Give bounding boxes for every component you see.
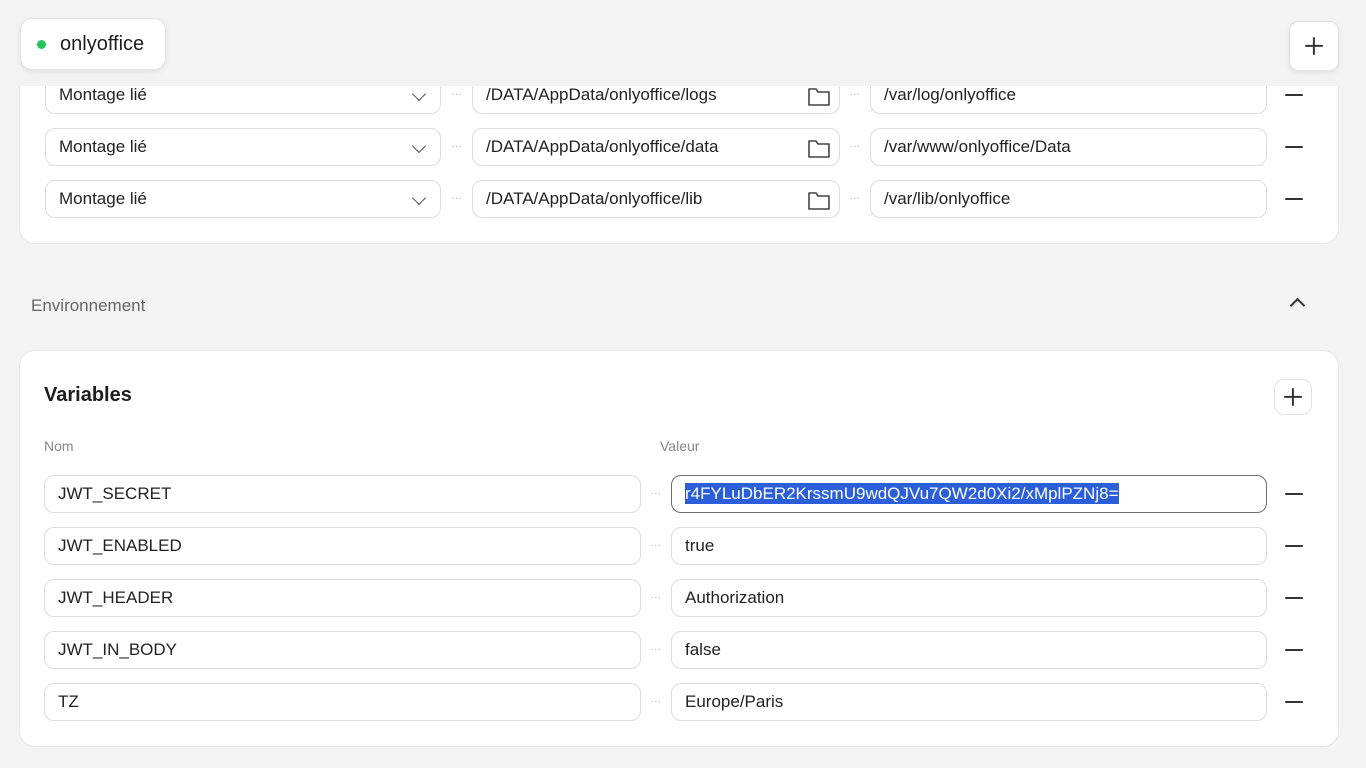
host-path-input[interactable]: /DATA/AppData/onlyoffice/lib (472, 180, 840, 218)
variable-name-input[interactable]: TZ (44, 683, 641, 721)
variable-value-text: true (685, 536, 715, 555)
variables-card: Variables Nom Valeur JWT_SECRET ... r4FY… (19, 350, 1339, 747)
volume-row: Montage lié ... /DATA/AppData/onlyoffice… (20, 179, 1338, 219)
variable-value-input[interactable]: true (671, 527, 1267, 565)
container-path-input[interactable]: /var/www/onlyoffice/Data (870, 128, 1267, 166)
separator-dots: ... (650, 693, 662, 705)
scroll-overlay (0, 0, 1366, 86)
mount-type-select[interactable]: Montage lié (45, 180, 441, 218)
variable-row: JWT_ENABLED ... true (20, 526, 1338, 566)
separator-dots: ... (650, 589, 662, 601)
minus-icon (1285, 146, 1303, 149)
remove-variable-button[interactable] (1280, 636, 1308, 664)
variable-row: JWT_IN_BODY ... false (20, 630, 1338, 670)
variable-value-selected: r4FYLuDbER2KrssmU9wdQJVu7QW2d0Xi2/xMplPZ… (685, 483, 1119, 504)
separator-dots: ... (650, 641, 662, 653)
host-path-input[interactable]: /DATA/AppData/onlyoffice/data (472, 128, 840, 166)
variable-value-input[interactable]: Authorization (671, 579, 1267, 617)
separator-dots: ... (650, 537, 662, 549)
remove-volume-button[interactable] (1280, 133, 1308, 161)
app-tag[interactable]: onlyoffice (20, 18, 166, 70)
variable-row: JWT_SECRET ... r4FYLuDbER2KrssmU9wdQJVu7… (20, 474, 1338, 514)
separator-dots: ... (451, 138, 463, 150)
container-path-value: /var/www/onlyoffice/Data (884, 137, 1071, 156)
chevron-down-icon (411, 138, 427, 154)
variable-name-value: JWT_ENABLED (58, 536, 182, 555)
variable-value-input[interactable]: false (671, 631, 1267, 669)
variable-name-value: JWT_SECRET (58, 484, 172, 503)
variable-value-text: Europe/Paris (685, 692, 784, 711)
mount-type-label: Montage lié (59, 85, 147, 104)
variable-name-input[interactable]: JWT_IN_BODY (44, 631, 641, 669)
container-path-input[interactable]: /var/lib/onlyoffice (870, 180, 1267, 218)
separator-dots: ... (451, 190, 463, 202)
minus-icon (1285, 493, 1303, 496)
add-tab-button[interactable] (1289, 21, 1339, 71)
remove-variable-button[interactable] (1280, 480, 1308, 508)
chevron-down-icon (411, 86, 427, 102)
variable-name-value: JWT_IN_BODY (58, 640, 178, 659)
host-path-value: /DATA/AppData/onlyoffice/data (486, 137, 719, 156)
remove-volume-button[interactable] (1280, 185, 1308, 213)
variable-name-value: JWT_HEADER (58, 588, 174, 607)
status-dot-icon (37, 40, 46, 49)
variable-value-input[interactable]: Europe/Paris (671, 683, 1267, 721)
folder-icon[interactable] (807, 85, 831, 107)
separator-dots: ... (650, 485, 662, 497)
minus-icon (1285, 198, 1303, 201)
variables-title: Variables (44, 384, 132, 406)
minus-icon (1285, 649, 1303, 652)
mount-type-select[interactable]: Montage lié (45, 128, 441, 166)
container-path-value: /var/log/onlyoffice (884, 85, 1016, 104)
variable-row: JWT_HEADER ... Authorization (20, 578, 1338, 618)
mount-type-label: Montage lié (59, 137, 147, 156)
add-variable-button[interactable] (1274, 379, 1312, 415)
folder-icon[interactable] (807, 137, 831, 159)
variable-row: TZ ... Europe/Paris (20, 682, 1338, 722)
variable-value-text: false (685, 640, 721, 659)
container-path-value: /var/lib/onlyoffice (884, 189, 1011, 208)
variable-name-input[interactable]: JWT_SECRET (44, 475, 641, 513)
minus-icon (1285, 545, 1303, 548)
minus-icon (1285, 701, 1303, 704)
volume-row: Montage lié ... /DATA/AppData/onlyoffice… (20, 127, 1338, 167)
separator-dots: ... (451, 86, 463, 98)
folder-icon[interactable] (807, 189, 831, 211)
remove-variable-button[interactable] (1280, 532, 1308, 560)
variable-name-value: TZ (58, 692, 79, 711)
column-header-value: Valeur (660, 438, 700, 454)
remove-variable-button[interactable] (1280, 584, 1308, 612)
variable-name-input[interactable]: JWT_ENABLED (44, 527, 641, 565)
separator-dots: ... (849, 190, 861, 202)
host-path-value: /DATA/AppData/onlyoffice/lib (486, 189, 703, 208)
app-tag-label: onlyoffice (60, 33, 145, 55)
variable-value-text: Authorization (685, 588, 785, 607)
section-title-environment: Environnement (31, 296, 146, 315)
mount-type-label: Montage lié (59, 189, 147, 208)
minus-icon (1285, 94, 1303, 97)
variable-name-input[interactable]: JWT_HEADER (44, 579, 641, 617)
remove-variable-button[interactable] (1280, 688, 1308, 716)
separator-dots: ... (849, 86, 861, 98)
variable-value-input[interactable]: r4FYLuDbER2KrssmU9wdQJVu7QW2d0Xi2/xMplPZ… (671, 475, 1267, 513)
host-path-value: /DATA/AppData/onlyoffice/logs (486, 85, 717, 104)
separator-dots: ... (849, 138, 861, 150)
minus-icon (1285, 597, 1303, 600)
chevron-down-icon (411, 190, 427, 206)
column-header-name: Nom (44, 438, 74, 454)
